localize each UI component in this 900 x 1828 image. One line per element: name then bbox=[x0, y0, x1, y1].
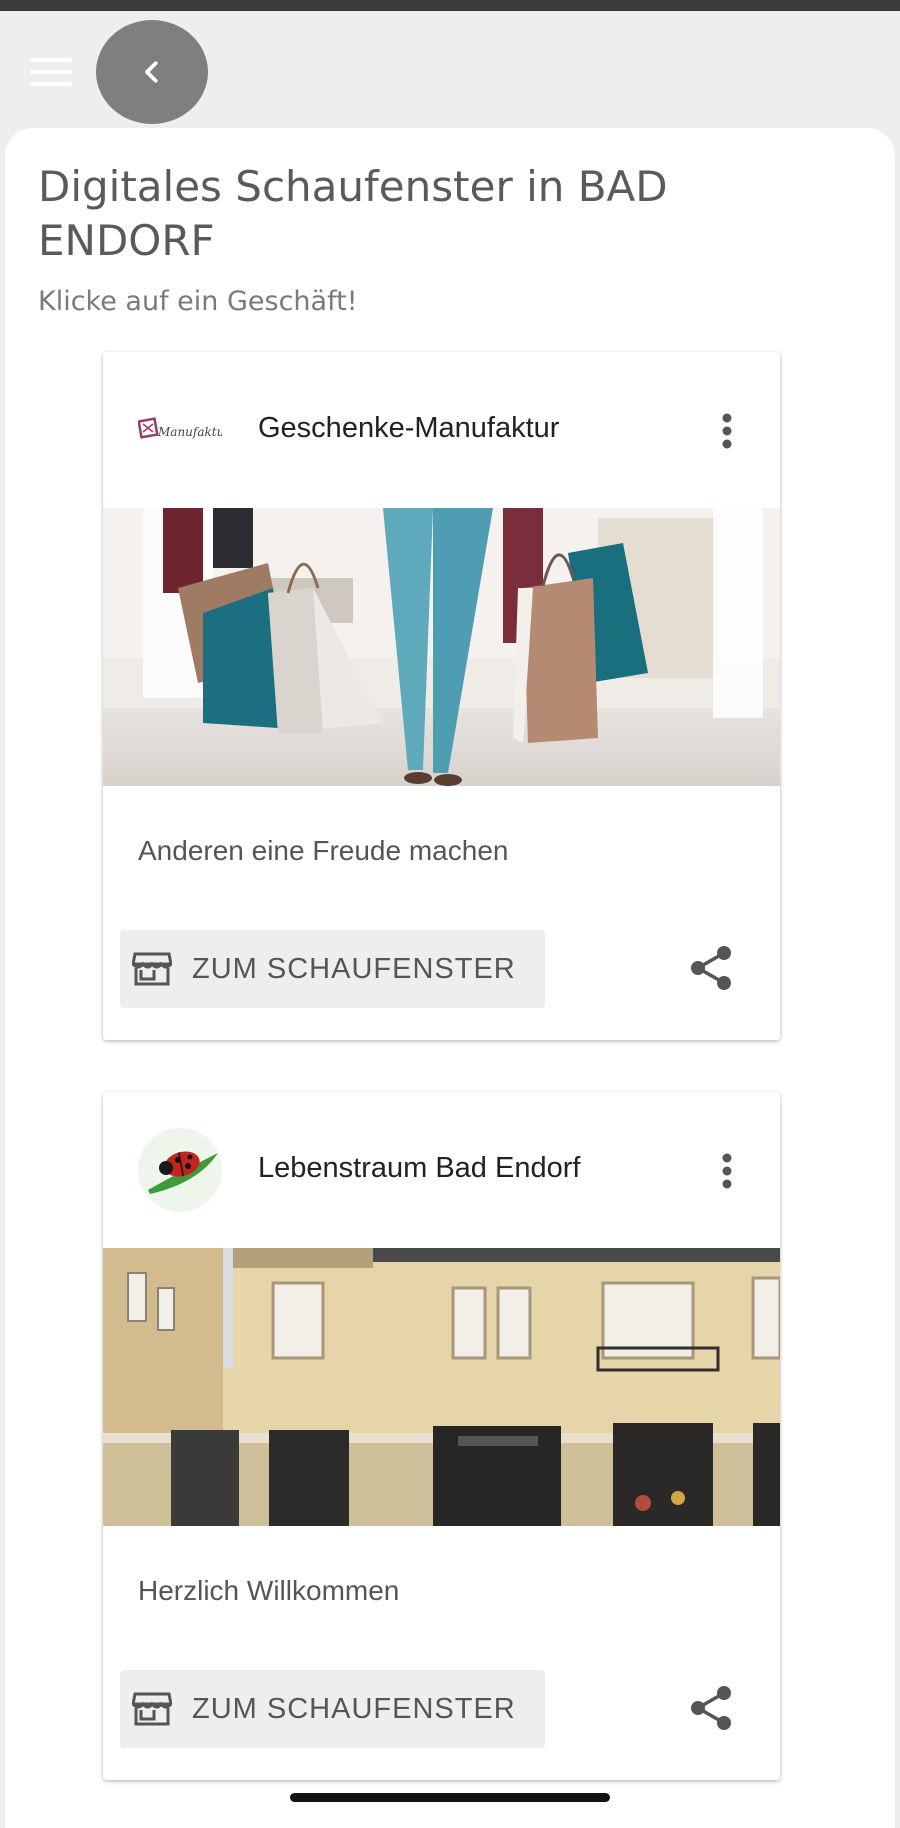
shop-description: Anderen eine Freude machen bbox=[138, 835, 509, 866]
storefront-icon bbox=[132, 1692, 172, 1726]
card-header: Manufaktur Geschenke-Manufaktur bbox=[103, 352, 780, 508]
chevron-left-icon bbox=[145, 61, 158, 83]
shop-description: Herzlich Willkommen bbox=[138, 1575, 400, 1606]
share-icon bbox=[691, 946, 731, 990]
shop-logo: Manufaktur bbox=[138, 388, 222, 472]
zum-schaufenster-button[interactable]: ZUM SCHAUFENSTER bbox=[120, 1670, 545, 1748]
zum-schaufenster-label: ZUM SCHAUFENSTER bbox=[192, 1693, 516, 1725]
shop-card: Lebenstraum Bad Endorf Herzlich Willkomm… bbox=[103, 1092, 780, 1780]
shop-logo-text: Manufaktur bbox=[157, 425, 222, 439]
storefront-building-photo[interactable] bbox=[103, 1248, 780, 1526]
card-header: Lebenstraum Bad Endorf bbox=[103, 1092, 780, 1248]
more-options-button[interactable] bbox=[711, 1150, 743, 1192]
storefront-icon bbox=[132, 952, 172, 986]
back-button[interactable] bbox=[96, 20, 208, 124]
ladybug-logo bbox=[138, 1128, 222, 1212]
shopping-bags-photo[interactable] bbox=[103, 508, 780, 786]
share-button[interactable] bbox=[688, 1684, 736, 1732]
more-options-button[interactable] bbox=[711, 410, 743, 452]
page-subtitle: Klicke auf ein Geschäft! bbox=[38, 286, 358, 317]
hamburger-menu-icon[interactable] bbox=[30, 58, 72, 88]
share-button[interactable] bbox=[688, 944, 736, 992]
shop-name: Lebenstraum Bad Endorf bbox=[258, 1152, 581, 1184]
more-vert-icon bbox=[722, 1153, 732, 1189]
page-title: Digitales Schaufenster in BAD ENDORF bbox=[38, 162, 668, 265]
shop-card: Manufaktur Geschenke-Manufaktur bbox=[103, 352, 780, 1040]
more-vert-icon bbox=[722, 413, 732, 449]
share-icon bbox=[691, 1686, 731, 1730]
status-bar bbox=[0, 0, 900, 11]
zum-schaufenster-button[interactable]: ZUM SCHAUFENSTER bbox=[120, 930, 545, 1008]
home-indicator[interactable] bbox=[290, 1793, 610, 1802]
zum-schaufenster-label: ZUM SCHAUFENSTER bbox=[192, 953, 516, 985]
shop-name: Geschenke-Manufaktur bbox=[258, 412, 560, 444]
